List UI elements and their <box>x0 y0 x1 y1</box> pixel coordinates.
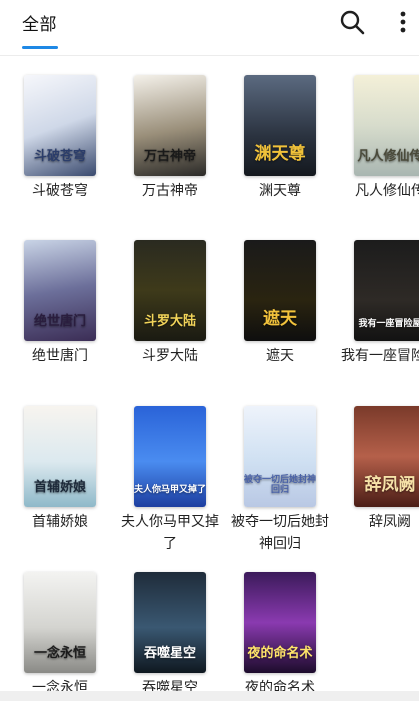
book-title[interactable]: 被夺一切后她封神回归 <box>228 511 332 555</box>
cover-title-art: 万古神帝 <box>143 149 196 165</box>
cover-title-art: 辞凤阙 <box>364 475 416 496</box>
cover-title-art: 绝世唐门 <box>33 314 86 330</box>
cover-title-art: 夫人你马甲又掉了 <box>134 484 206 495</box>
book-title[interactable]: 我有一座冒险屋 <box>338 345 419 367</box>
book-title[interactable]: 遮天 <box>228 345 332 367</box>
book-cover-image[interactable]: 被夺一切后她封神回归 <box>244 406 316 507</box>
cover-title-art: 夜的命名术 <box>247 646 313 662</box>
book-title[interactable]: 吞噬星空 <box>118 677 222 691</box>
cover-title-art: 吞噬星空 <box>143 646 196 662</box>
cover-title-art: 首辅娇娘 <box>33 480 86 496</box>
book-cover-image[interactable]: 辞凤阙 <box>354 406 419 507</box>
book-title[interactable]: 夜的命名术 <box>228 677 332 691</box>
cover-title-art: 一念永恒 <box>33 646 86 662</box>
book-cover-image[interactable]: 斗破苍穹 <box>24 75 96 176</box>
book-title[interactable]: 辞凤阙 <box>338 511 419 533</box>
more-vert-icon[interactable] <box>394 8 412 36</box>
book-title[interactable]: 夫人你马甲又掉了 <box>118 511 222 555</box>
book-title[interactable]: 斗罗大陆 <box>118 345 222 367</box>
book-title[interactable]: 万古神帝 <box>118 180 222 202</box>
book-cover-image[interactable]: 绝世唐门 <box>24 240 96 341</box>
book-cover-image[interactable]: 一念永恒 <box>24 572 96 673</box>
cover-title-art: 渊天尊 <box>254 144 306 165</box>
book-grid: 斗破苍穹 斗破苍穹 万古神帝 万古神帝 渊天尊 渊天尊 凡人修仙传 凡人修仙传 绝世唐门 绝世唐门… <box>0 57 419 691</box>
book-title[interactable]: 绝世唐门 <box>8 345 112 367</box>
book-title[interactable]: 一念永恒 <box>8 677 112 691</box>
book-title[interactable]: 渊天尊 <box>228 180 332 202</box>
book-cover-image[interactable]: 夜的命名术 <box>244 572 316 673</box>
book-cover-image[interactable]: 遮天 <box>244 240 316 341</box>
cover-title-art: 我有一座冒险屋 <box>358 318 419 329</box>
cover-title-art: 遮天 <box>263 309 297 330</box>
book-cover-image[interactable]: 夫人你马甲又掉了 <box>134 406 206 507</box>
cover-title-art: 凡人修仙传 <box>357 149 419 165</box>
book-title[interactable]: 首辅娇娘 <box>8 511 112 533</box>
book-cover-image[interactable]: 万古神帝 <box>134 75 206 176</box>
book-cover-image[interactable]: 我有一座冒险屋 <box>354 240 419 341</box>
tab-all[interactable]: 全部 <box>22 10 57 35</box>
book-cover-image[interactable]: 首辅娇娘 <box>24 406 96 507</box>
book-cover-image[interactable]: 凡人修仙传 <box>354 75 419 176</box>
top-app-bar: 全部 <box>0 0 419 56</box>
book-cover-image[interactable]: 渊天尊 <box>244 75 316 176</box>
cover-title-art: 斗破苍穹 <box>33 149 86 165</box>
cover-title-art: 被夺一切后她封神回归 <box>244 475 316 495</box>
tab-indicator <box>22 46 58 49</box>
book-cover-image[interactable]: 斗罗大陆 <box>134 240 206 341</box>
book-cover-image[interactable]: 吞噬星空 <box>134 572 206 673</box>
search-icon[interactable] <box>338 8 366 36</box>
bottom-bar <box>0 691 419 701</box>
cover-title-art: 斗罗大陆 <box>143 314 196 330</box>
book-title[interactable]: 凡人修仙传 <box>338 180 419 202</box>
book-title[interactable]: 斗破苍穹 <box>8 180 112 202</box>
